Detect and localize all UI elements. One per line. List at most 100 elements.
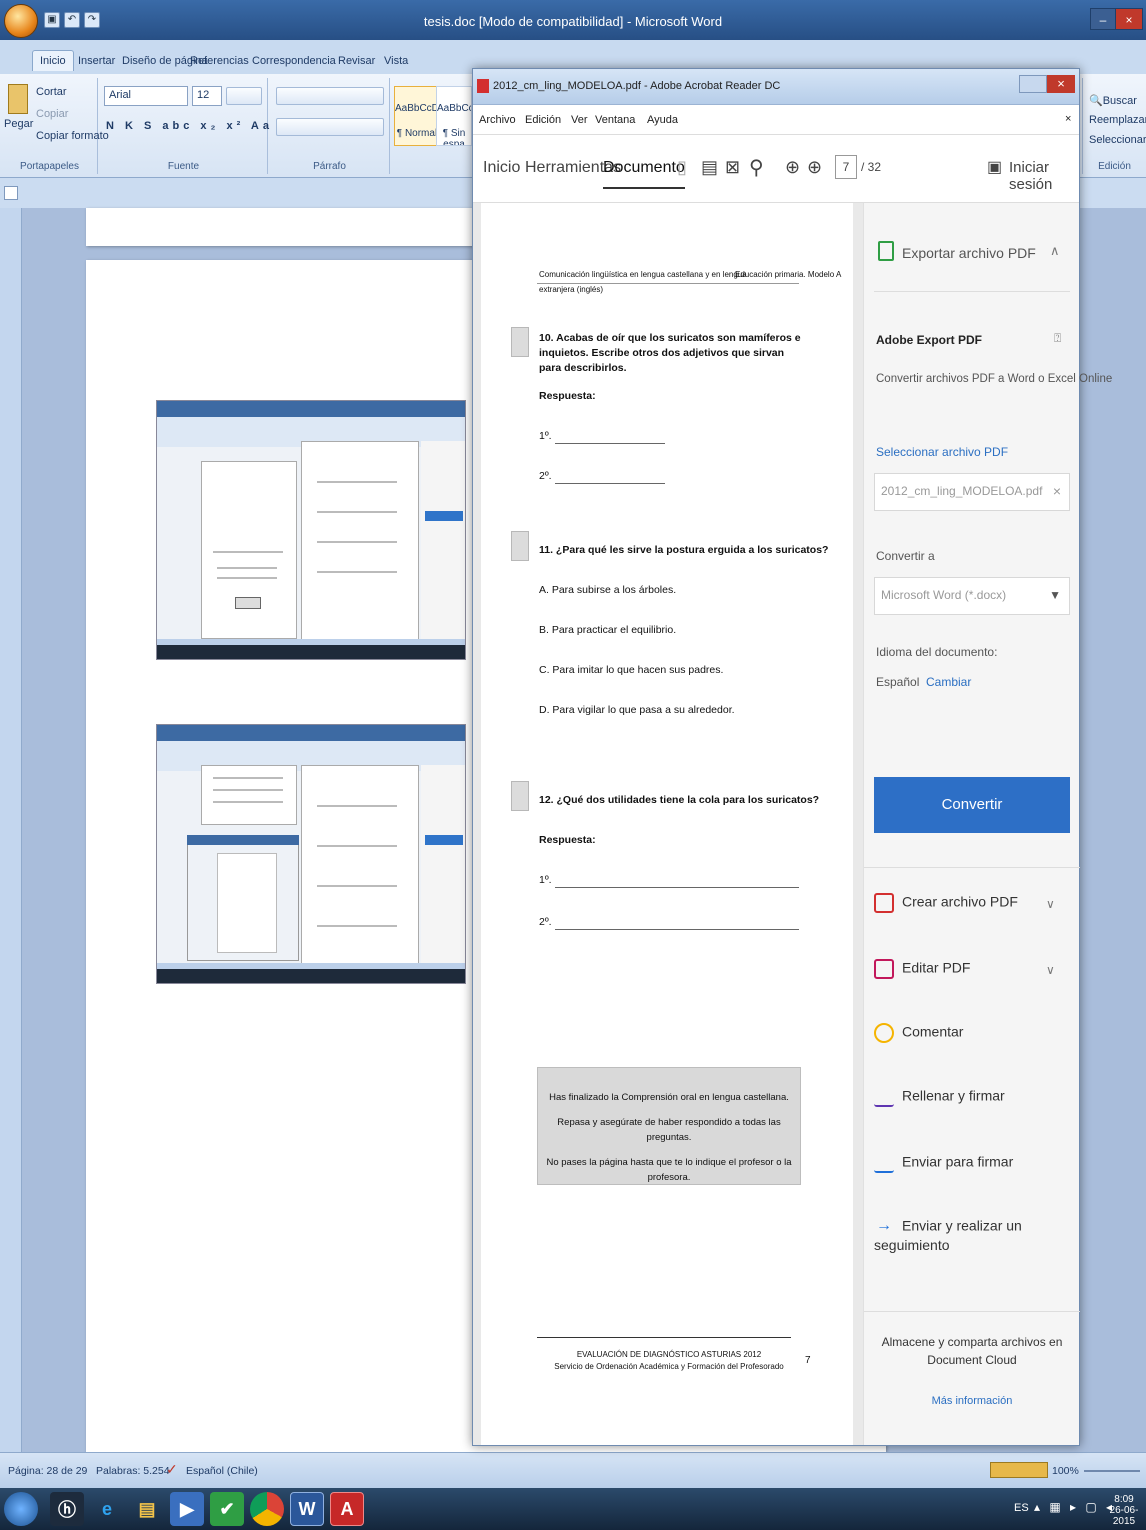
font-name-select[interactable]: Arial (104, 86, 188, 106)
close-button[interactable]: × (1115, 8, 1143, 30)
format-painter-button[interactable]: Copiar formato (36, 130, 109, 142)
menu-ventana[interactable]: Ventana (595, 114, 635, 126)
acrobat-close[interactable]: × (1047, 75, 1075, 93)
q12-line1-label: 1º. (539, 874, 552, 886)
tool-edit-pdf[interactable]: Editar PDF (874, 959, 970, 979)
paste-button[interactable]: Pegar (4, 118, 33, 130)
menu-ver[interactable]: Ver (571, 114, 588, 126)
tab-home[interactable]: Inicio (483, 159, 520, 177)
font-format-buttons[interactable]: N K S abc x₂ x² Aa (106, 120, 273, 132)
spellcheck-icon[interactable]: ✓ (166, 1461, 178, 1478)
edit-pdf-icon (874, 959, 894, 979)
paste-icon[interactable] (8, 84, 28, 114)
tray-icons[interactable]: ▴ ▦ ▸ ▢ ◂ (1034, 1500, 1115, 1514)
pdf-page: Comunicación lingüística en lengua caste… (481, 203, 853, 1445)
align-buttons[interactable] (276, 118, 384, 136)
page-footer-2: Servicio de Ordenación Académica y Forma… (554, 1362, 784, 1371)
selected-file-field[interactable]: 2012_cm_ling_MODELOA.pdf × (874, 473, 1070, 511)
clock[interactable]: 8:09 26-06-2015 (1104, 1494, 1144, 1527)
acrobat-toolbar: Inicio Herramientas Documento ▯ ▤ ⊠ ⚲ ⊕ … (473, 135, 1079, 203)
select-file-link[interactable]: Seleccionar archivo PDF (876, 445, 1008, 459)
tool-comment[interactable]: Comentar (874, 1023, 963, 1043)
save-file-icon[interactable]: ▯ (677, 157, 687, 178)
tool-send-sign[interactable]: Enviar para firmar (874, 1153, 1013, 1173)
style-normal-name: ¶ Normal (396, 128, 438, 139)
word-title: tesis.doc [Modo de compatibilidad] - Mic… (423, 14, 723, 29)
status-page[interactable]: Página: 28 de 29 (8, 1465, 87, 1477)
list-indent-buttons[interactable] (276, 87, 384, 105)
doc-language-value: Español (876, 675, 920, 689)
email-icon[interactable]: ⊠ (725, 157, 740, 178)
select-button[interactable]: Seleccionar (1089, 134, 1146, 146)
tool-send-track[interactable]: → Enviar y realizar un seguimiento (874, 1217, 1079, 1253)
tab-correspondencia[interactable]: Correspondencia (252, 55, 336, 67)
zoom-level[interactable]: 100% (1052, 1465, 1079, 1477)
search-icon[interactable]: ⚲ (749, 155, 764, 180)
more-info-link[interactable]: Más información (874, 1395, 1070, 1407)
previous-page-icon[interactable]: ⊕ (785, 157, 800, 178)
tab-insertar[interactable]: Insertar (78, 55, 115, 67)
clock-time: 8:09 (1114, 1494, 1134, 1505)
app-check-icon[interactable]: ✔ (210, 1492, 244, 1526)
q11-score-box (511, 531, 529, 561)
fill-sign-icon (874, 1087, 894, 1107)
page-number-input[interactable]: 7 (835, 155, 857, 179)
change-language-link[interactable]: Cambiar (926, 675, 971, 689)
export-pdf-title[interactable]: Exportar archivo PDF (902, 245, 1036, 261)
editing-label: Edición (1098, 161, 1131, 172)
minimize-button[interactable]: – (1090, 8, 1116, 30)
media-icon[interactable]: ▶ (170, 1492, 204, 1526)
internet-explorer-icon[interactable]: e (90, 1492, 124, 1526)
create-pdf-expand-icon[interactable]: ∨ (1046, 897, 1055, 911)
menu-close-icon[interactable]: × (1065, 113, 1071, 125)
find-button[interactable]: 🔍Buscar (1089, 94, 1137, 107)
format-select[interactable]: Microsoft Word (*.docx) ▼ (874, 577, 1070, 615)
q10-score-box (511, 327, 529, 357)
print-icon[interactable]: ▤ (701, 157, 718, 178)
start-button[interactable] (4, 1492, 38, 1526)
q12-text: 12. ¿Qué dos utilidades tiene la cola pa… (539, 794, 820, 806)
tab-vista[interactable]: Vista (384, 55, 408, 67)
acrobat-minimize[interactable] (1019, 75, 1047, 93)
cut-button[interactable]: Cortar (36, 86, 67, 98)
copy-button[interactable]: Copiar (36, 108, 68, 120)
replace-button[interactable]: Reemplazar (1089, 114, 1146, 126)
menu-archivo[interactable]: Archivo (479, 114, 516, 126)
status-words[interactable]: Palabras: 5.254 (96, 1465, 170, 1477)
tab-revisar[interactable]: Revisar (338, 55, 375, 67)
font-size-select[interactable]: 12 (192, 86, 222, 106)
editing-group: 🔍Buscar Reemplazar Seleccionar Edición (1082, 78, 1146, 174)
help-icon[interactable]: ⍰ (1054, 331, 1061, 346)
convert-button[interactable]: Convertir (874, 777, 1070, 833)
view-buttons[interactable] (990, 1462, 1048, 1478)
grow-shrink-font[interactable] (226, 87, 262, 105)
tool-fill-sign[interactable]: Rellenar y firmar (874, 1087, 1005, 1107)
acrobat-taskbar-icon[interactable]: A (330, 1492, 364, 1526)
pdf-view-area[interactable]: Comunicación lingüística en lengua caste… (473, 203, 863, 1445)
tool-create-pdf[interactable]: Crear archivo PDF (874, 893, 1018, 913)
menu-edicion[interactable]: Edición (525, 114, 561, 126)
collapse-icon[interactable]: ∧ (1050, 243, 1060, 259)
menu-ayuda[interactable]: Ayuda (647, 114, 678, 126)
find-label: Buscar (1102, 95, 1137, 107)
hp-icon[interactable]: ⓗ (50, 1492, 84, 1526)
status-language[interactable]: Español (Chile) (186, 1465, 258, 1477)
notice-box: Has finalizado la Comprensión oral en le… (537, 1067, 801, 1185)
font-label: Fuente (167, 161, 200, 172)
tab-document[interactable]: Documento (603, 159, 685, 189)
tab-selector-icon[interactable] (4, 186, 18, 200)
next-page-icon[interactable]: ⊕ (807, 157, 822, 178)
input-language[interactable]: ES (1014, 1502, 1029, 1514)
edit-pdf-expand-icon[interactable]: ∨ (1046, 963, 1055, 977)
file-explorer-icon[interactable]: ▤ (130, 1492, 164, 1526)
signin-button[interactable]: Iniciar sesión (1009, 159, 1079, 193)
tab-referencias[interactable]: Referencias (190, 55, 249, 67)
word-taskbar-icon[interactable]: W (290, 1492, 324, 1526)
style-nospacing[interactable]: AaBbCcDc ¶ Sin espa (436, 86, 472, 146)
zoom-slider[interactable] (1084, 1470, 1140, 1472)
chrome-icon[interactable] (250, 1492, 284, 1526)
tool-comment-label: Comentar (902, 1023, 964, 1040)
clear-file-icon[interactable]: × (1053, 483, 1061, 499)
tab-inicio[interactable]: Inicio (32, 50, 74, 71)
style-normal[interactable]: AaBbCcDc ¶ Normal (394, 86, 444, 146)
